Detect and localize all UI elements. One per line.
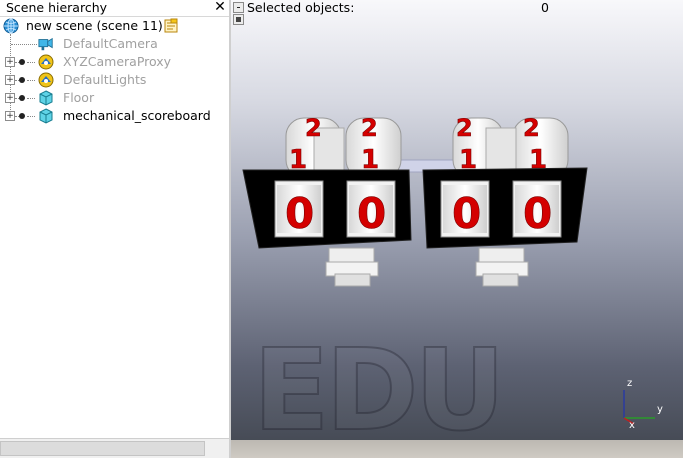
expand-icon[interactable]: + <box>5 57 15 67</box>
tree-item-label: mechanical_scoreboard <box>63 108 211 123</box>
digit-front: 0 <box>523 189 552 238</box>
tree-item-xyzcameraproxy[interactable]: + XYZCameraProxy <box>0 53 231 71</box>
scrollbar-thumb[interactable] <box>0 441 205 456</box>
selected-objects-label: Selected objects: <box>247 0 355 15</box>
viewport-toggle-button[interactable] <box>233 14 244 25</box>
panel-header: Scene hierarchy ✕ <box>0 0 231 17</box>
visibility-dot[interactable] <box>19 59 25 65</box>
cube-icon <box>39 108 53 124</box>
tree-item-label: Floor <box>63 90 95 105</box>
tree-item-label: DefaultLights <box>63 72 147 87</box>
tree-root[interactable]: new scene (scene 11) <box>0 17 231 35</box>
axis-z-label: z <box>627 378 632 389</box>
right-score-board <box>422 167 588 249</box>
scene-page-icon[interactable] <box>163 18 179 34</box>
tree-connector <box>11 44 37 45</box>
tree-item-defaultcamera[interactable]: DefaultCamera <box>0 35 231 53</box>
axis-gizmo: z y x <box>623 378 663 431</box>
panel-title: Scene hierarchy <box>6 0 108 15</box>
tree-connector <box>27 116 35 117</box>
camera-icon <box>38 37 53 51</box>
tree-item-defaultlights[interactable]: + DefaultLights <box>0 71 231 89</box>
scene-hierarchy-panel: Scene hierarchy ✕ new scene (scene 11) D… <box>0 0 231 458</box>
scene-viewport[interactable]: EDU 2 2 2 2 1 1 1 1 0 0 0 0 z y x Select… <box>231 0 683 458</box>
tree-item-mechanical-scoreboard[interactable]: + mechanical_scoreboard <box>0 107 231 125</box>
close-icon[interactable]: ✕ <box>213 0 227 14</box>
digit-front: 0 <box>357 189 386 238</box>
digit-front: 0 <box>452 189 481 238</box>
horizontal-scrollbar[interactable] <box>0 438 231 458</box>
visibility-dot[interactable] <box>19 113 25 119</box>
tree-connector <box>27 62 35 63</box>
axis-x-label: x <box>629 420 635 431</box>
digit-top: 2 <box>305 114 322 142</box>
expand-icon[interactable]: + <box>5 93 15 103</box>
lights-icon <box>38 72 54 88</box>
digit-front: 0 <box>285 189 314 238</box>
visibility-dot[interactable] <box>19 77 25 83</box>
viewport-minimize-button[interactable] <box>233 2 244 13</box>
cube-icon <box>39 90 53 106</box>
digit-top: 2 <box>456 114 473 142</box>
globe-icon <box>3 18 19 34</box>
tree-root-label: new scene (scene 11) <box>26 18 163 33</box>
expand-icon[interactable]: + <box>5 75 15 85</box>
tree-connector <box>27 80 35 81</box>
visibility-dot[interactable] <box>19 95 25 101</box>
tree-item-label: DefaultCamera <box>63 36 158 51</box>
axis-y-label: y <box>657 404 663 415</box>
tree-item-label: XYZCameraProxy <box>63 54 172 69</box>
expand-icon[interactable]: + <box>5 111 15 121</box>
digit-top: 2 <box>361 114 378 142</box>
camera-proxy-icon <box>38 54 54 70</box>
tree-item-floor[interactable]: + Floor <box>0 89 231 107</box>
scoreboard-model[interactable]: 2 2 2 2 1 1 1 1 0 0 0 0 z y x <box>231 0 683 440</box>
tree-connector <box>27 98 35 99</box>
selected-objects-count: 0 <box>541 0 549 15</box>
digit-top: 2 <box>523 114 540 142</box>
